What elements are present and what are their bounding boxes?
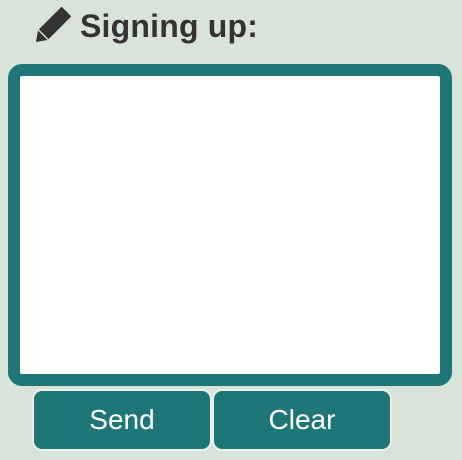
send-button[interactable]: Send [32, 389, 212, 451]
page-title: Signing up: [80, 8, 259, 44]
signature-canvas[interactable] [20, 76, 440, 374]
pencil-icon [32, 6, 72, 46]
clear-button[interactable]: Clear [212, 389, 392, 451]
signature-pad[interactable] [8, 64, 452, 386]
page-header: Signing up: [32, 4, 258, 48]
